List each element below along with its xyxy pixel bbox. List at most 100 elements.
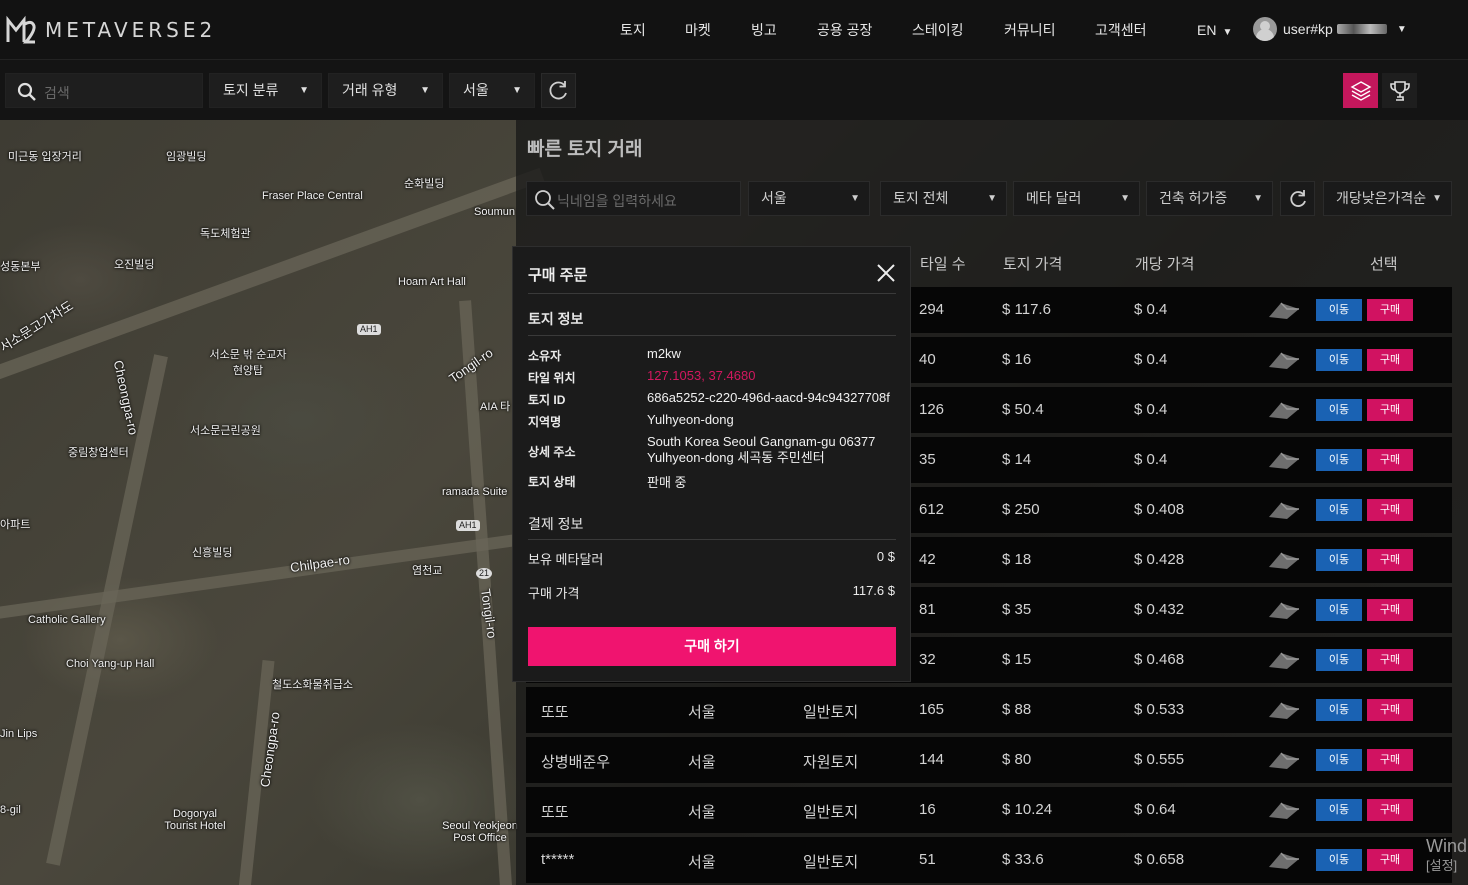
table-row[interactable]: t***** 서울 일반토지 51 $ 33.6 $ 0.658 이동 구매 bbox=[526, 837, 1452, 883]
refresh-button[interactable] bbox=[541, 73, 576, 108]
buy-button[interactable]: 구매 bbox=[1367, 499, 1413, 521]
map-label: 서소문 밖 순교자 현양탑 bbox=[209, 349, 287, 377]
chevron-down-icon: ▼ bbox=[299, 85, 309, 96]
buy-button[interactable]: 구매 bbox=[1367, 849, 1413, 871]
region-filter-dropdown[interactable]: 서울 ▼ bbox=[748, 181, 870, 216]
owner-value: m2kw bbox=[647, 346, 681, 361]
close-icon[interactable] bbox=[875, 262, 897, 284]
nav-land[interactable]: 토지 bbox=[620, 0, 646, 60]
buy-button[interactable]: 구매 bbox=[1367, 699, 1413, 721]
buy-button[interactable]: 구매 bbox=[1367, 599, 1413, 621]
sort-dropdown[interactable]: 개당낮은가격순 ▼ bbox=[1323, 181, 1452, 216]
land-tile-icon bbox=[1269, 602, 1299, 619]
buy-button[interactable]: 구매 bbox=[1367, 449, 1413, 471]
land-tile-icon bbox=[1269, 352, 1299, 369]
nav-support[interactable]: 고객센터 bbox=[1095, 0, 1147, 60]
nav-community[interactable]: 커뮤니티 bbox=[1004, 0, 1056, 60]
buy-button[interactable]: 구매 bbox=[1367, 799, 1413, 821]
chevron-down-icon: ▼ bbox=[1396, 23, 1407, 35]
nickname-search-input[interactable]: 닉네임을 입력하세요 bbox=[526, 181, 741, 216]
owner-cell: 또또 bbox=[541, 804, 569, 821]
tiles-cell: 81 bbox=[919, 601, 936, 618]
area-value: Yulhyeon-dong bbox=[647, 412, 734, 427]
move-button[interactable]: 이동 bbox=[1316, 349, 1362, 371]
trade-type-dropdown[interactable]: 거래 유형 ▼ bbox=[328, 73, 443, 108]
land-tile-icon-wrap[interactable] bbox=[1267, 749, 1301, 775]
language-selector[interactable]: EN ▼ bbox=[1197, 0, 1232, 63]
region-dropdown[interactable]: 서울 ▼ bbox=[449, 73, 535, 108]
land-tile-icon-wrap[interactable] bbox=[1267, 499, 1301, 525]
land-type-dropdown[interactable]: 토지 분류 ▼ bbox=[209, 73, 322, 108]
land-type-label: 토지 분류 bbox=[223, 82, 279, 98]
land-type-cell: 일반토지 bbox=[803, 704, 859, 721]
land-tile-icon-wrap[interactable] bbox=[1267, 449, 1301, 475]
land-tile-icon-wrap[interactable] bbox=[1267, 549, 1301, 575]
move-button[interactable]: 이동 bbox=[1316, 549, 1362, 571]
panel-title: 빠른 토지 거래 bbox=[527, 139, 643, 160]
nav-staking[interactable]: 스테이킹 bbox=[912, 0, 964, 60]
move-button[interactable]: 이동 bbox=[1316, 649, 1362, 671]
search-input[interactable]: 검색 bbox=[5, 73, 203, 108]
permit-filter-dropdown[interactable]: 건축 허가증 ▼ bbox=[1146, 181, 1273, 216]
unit-price-cell: $ 0.432 bbox=[1134, 601, 1185, 618]
currency-filter-dropdown[interactable]: 메타 달러 ▼ bbox=[1013, 181, 1140, 216]
move-button[interactable]: 이동 bbox=[1316, 449, 1362, 471]
tile-position-link[interactable]: 127.1053, 37.4680 bbox=[647, 368, 755, 383]
nav-bingo[interactable]: 빙고 bbox=[751, 0, 777, 60]
column-price: 토지 가격 bbox=[1003, 256, 1063, 273]
refresh-button[interactable] bbox=[1280, 181, 1315, 216]
nav-market[interactable]: 마켓 bbox=[685, 0, 711, 60]
table-row[interactable]: 또또 서울 일반토지 16 $ 10.24 $ 0.64 이동 구매 bbox=[526, 787, 1452, 833]
nav-public-factory[interactable]: 공용 공장 bbox=[817, 0, 872, 60]
table-row[interactable]: 또또 서울 일반토지 165 $ 88 $ 0.533 이동 구매 bbox=[526, 687, 1452, 733]
land-tile-icon-wrap[interactable] bbox=[1267, 399, 1301, 425]
land-tile-icon bbox=[1269, 452, 1299, 469]
price-cell: $ 250 bbox=[1002, 501, 1040, 518]
buy-button[interactable]: 구매 bbox=[1367, 349, 1413, 371]
buy-button[interactable]: 구매 bbox=[1367, 649, 1413, 671]
land-tile-icon-wrap[interactable] bbox=[1267, 349, 1301, 375]
move-button[interactable]: 이동 bbox=[1316, 799, 1362, 821]
land-tile-icon-wrap[interactable] bbox=[1267, 299, 1301, 325]
land-filter-dropdown[interactable]: 토지 전체 ▼ bbox=[880, 181, 1007, 216]
land-market-button[interactable] bbox=[1343, 73, 1378, 108]
buy-button[interactable]: 구매 bbox=[1367, 399, 1413, 421]
region-cell: 서울 bbox=[688, 754, 716, 771]
move-button[interactable]: 이동 bbox=[1316, 749, 1362, 771]
column-unit-price: 개당 가격 bbox=[1135, 256, 1195, 273]
address-value: South Korea Seoul Gangnam-gu 06377 Yulhy… bbox=[647, 434, 876, 465]
land-type-cell: 자원토지 bbox=[803, 754, 859, 771]
land-tile-icon-wrap[interactable] bbox=[1267, 599, 1301, 625]
land-tile-icon bbox=[1269, 502, 1299, 519]
buy-button[interactable]: 구매 bbox=[1367, 299, 1413, 321]
chevron-down-icon: ▼ bbox=[1253, 193, 1263, 204]
land-tile-icon-wrap[interactable] bbox=[1267, 649, 1301, 675]
language-label: EN bbox=[1197, 22, 1217, 38]
table-row[interactable]: 상병배준우 서울 자원토지 144 $ 80 $ 0.555 이동 구매 bbox=[526, 737, 1452, 783]
move-button[interactable]: 이동 bbox=[1316, 399, 1362, 421]
ranking-button[interactable] bbox=[1382, 73, 1417, 108]
buy-button[interactable]: 구매 bbox=[1367, 749, 1413, 771]
move-button[interactable]: 이동 bbox=[1316, 499, 1362, 521]
map-label: 임광빌딩 bbox=[166, 151, 207, 163]
balance-value: 0 $ bbox=[876, 549, 895, 564]
logo[interactable]: METAVERSE2 bbox=[5, 14, 216, 46]
land-tile-icon-wrap[interactable] bbox=[1267, 699, 1301, 725]
move-button[interactable]: 이동 bbox=[1316, 299, 1362, 321]
region-cell: 서울 bbox=[688, 854, 716, 871]
land-tile-icon-wrap[interactable] bbox=[1267, 799, 1301, 825]
move-button[interactable]: 이동 bbox=[1316, 599, 1362, 621]
map-label: Cheongpa-ro bbox=[110, 358, 142, 437]
land-filter-label: 토지 전체 bbox=[893, 190, 949, 206]
move-button[interactable]: 이동 bbox=[1316, 849, 1362, 871]
buy-button[interactable]: 구매 bbox=[1367, 549, 1413, 571]
region-filter-label: 서울 bbox=[761, 190, 787, 206]
confirm-purchase-button[interactable]: 구매 하기 bbox=[528, 627, 896, 666]
move-button[interactable]: 이동 bbox=[1316, 699, 1362, 721]
land-status-value: 판매 중 bbox=[647, 475, 687, 490]
tiles-cell: 294 bbox=[919, 301, 945, 318]
user-menu[interactable]: user#kp ▼ bbox=[1253, 17, 1407, 41]
price-cell: $ 50.4 bbox=[1002, 401, 1044, 418]
filter-bar: 검색 토지 분류 ▼ 거래 유형 ▼ 서울 ▼ bbox=[0, 61, 1468, 120]
land-tile-icon-wrap[interactable] bbox=[1267, 849, 1301, 875]
